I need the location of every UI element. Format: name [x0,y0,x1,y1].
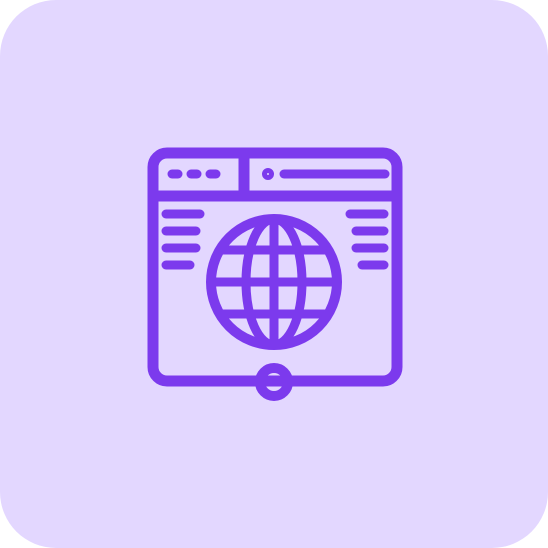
globe-icon [206,214,342,350]
web-browser-globe-icon [0,0,548,548]
address-bar-icon [262,168,390,180]
right-text-lines-icon [345,209,389,270]
left-text-lines-icon [161,209,205,270]
